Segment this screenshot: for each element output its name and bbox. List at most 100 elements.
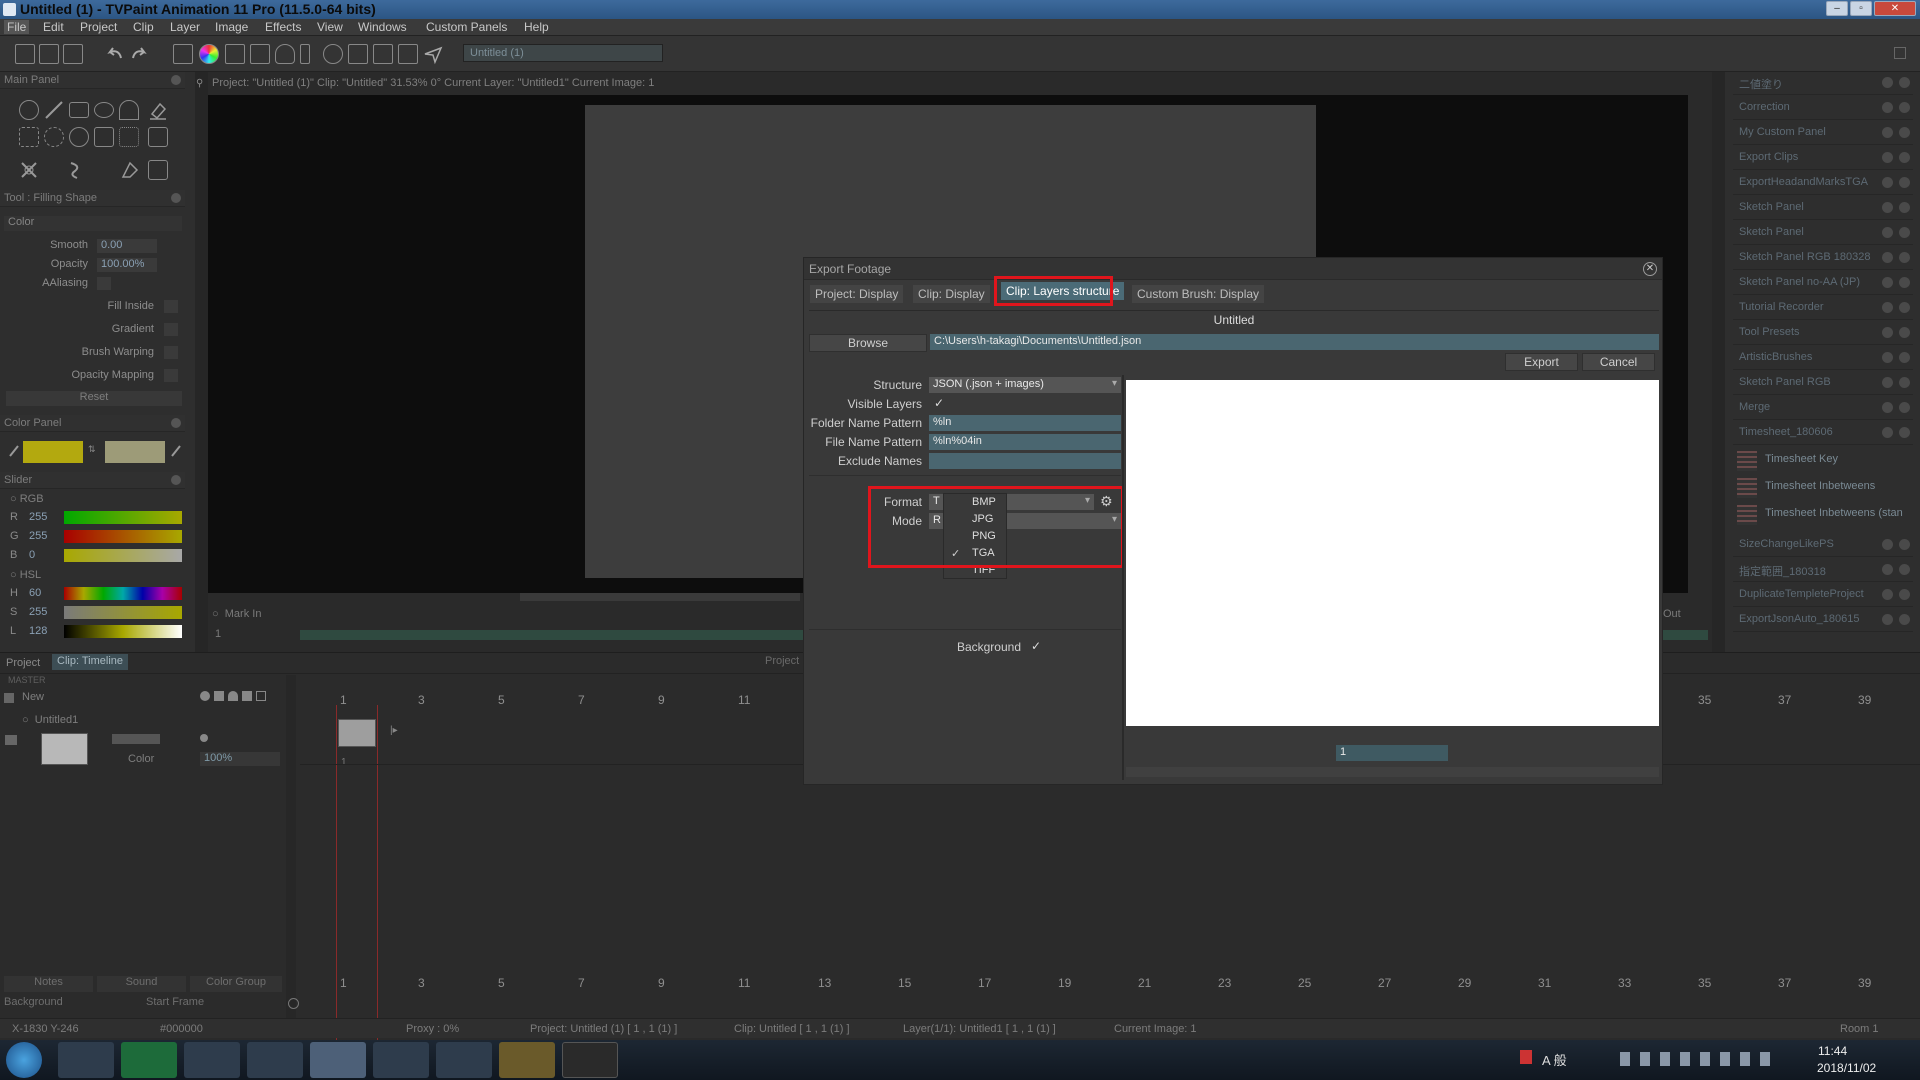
gradient-checkbox[interactable] <box>164 323 178 336</box>
panel-settings-icon[interactable] <box>1882 102 1893 113</box>
warp-tool-icon[interactable] <box>19 160 39 180</box>
visibility-icon[interactable] <box>200 691 210 701</box>
chrome-taskbar-icon[interactable] <box>184 1042 240 1078</box>
media-player-taskbar-icon[interactable] <box>58 1042 114 1078</box>
magnifier-icon[interactable] <box>323 44 343 64</box>
layers-stack-icon[interactable] <box>250 44 270 64</box>
zoom-tool-icon[interactable] <box>69 127 89 147</box>
panel-settings-icon[interactable] <box>1882 77 1893 88</box>
save-icon[interactable] <box>63 44 83 64</box>
ellipse-tool-icon[interactable] <box>94 102 114 118</box>
s-slider[interactable] <box>64 606 182 619</box>
timesheet-inbetweens-stan-button[interactable]: Timesheet Inbetweens (stan <box>1737 503 1903 527</box>
undo-icon[interactable] <box>105 44 125 64</box>
menu-view[interactable]: View <box>314 20 346 34</box>
misc-tool-icon[interactable] <box>148 160 168 180</box>
creative-cloud-taskbar-icon[interactable] <box>373 1042 429 1078</box>
panel-settings-icon[interactable] <box>1882 177 1893 188</box>
close-panel-icon[interactable] <box>1899 227 1910 238</box>
light-table-icon[interactable] <box>275 44 295 64</box>
right-scrollbar[interactable] <box>1712 72 1725 652</box>
smooth-field[interactable]: 0.00 <box>97 239 157 253</box>
opacity-field[interactable]: 100.00% <box>97 258 157 272</box>
export-button[interactable]: Export <box>1505 353 1578 371</box>
close-panel-icon[interactable] <box>171 418 181 428</box>
b-value[interactable]: 0 <box>29 549 35 561</box>
close-panel-icon[interactable] <box>1899 402 1910 413</box>
dialog-close-icon[interactable]: ✕ <box>1643 262 1657 276</box>
clip-timeline-tab[interactable]: Clip: Timeline <box>52 654 129 670</box>
explorer-taskbar-icon[interactable] <box>499 1042 555 1078</box>
panel-settings-icon[interactable] <box>1882 227 1893 238</box>
ruler-icon[interactable] <box>300 44 310 64</box>
layer-panel-icon[interactable] <box>173 44 193 64</box>
close-panel-icon[interactable] <box>1899 277 1910 288</box>
panel-settings-icon[interactable] <box>1882 152 1893 163</box>
timesheet-key-button[interactable]: Timesheet Key <box>1737 449 1838 473</box>
fill-inside-checkbox[interactable] <box>164 300 178 313</box>
close-panel-icon[interactable] <box>1899 202 1910 213</box>
reset-button[interactable]: Reset <box>6 391 182 406</box>
close-panel-icon[interactable] <box>171 193 181 203</box>
frame-cell-thumbnail[interactable] <box>338 719 376 747</box>
app-taskbar-icon[interactable] <box>247 1042 303 1078</box>
panel-settings-icon[interactable] <box>1882 202 1893 213</box>
close-panel-icon[interactable] <box>1899 252 1910 263</box>
panel-settings-icon[interactable] <box>1882 427 1893 438</box>
panel-settings-icon[interactable] <box>1882 402 1893 413</box>
ime-indicator[interactable]: A 般 <box>1542 1050 1567 1069</box>
tvpaint-taskbar-icon[interactable] <box>310 1042 366 1078</box>
send-icon[interactable] <box>423 44 443 65</box>
cancel-button[interactable]: Cancel <box>1582 353 1655 371</box>
close-panel-icon[interactable] <box>1899 614 1910 625</box>
start-frame-dropdown[interactable]: Start Frame <box>146 996 276 1010</box>
close-panel-icon[interactable] <box>1899 77 1910 88</box>
folder-pattern-field[interactable]: %ln <box>929 415 1121 431</box>
panel-settings-icon[interactable] <box>1882 302 1893 313</box>
close-panel-icon[interactable] <box>1899 564 1910 575</box>
redo-icon[interactable] <box>129 44 149 64</box>
exclude-names-field[interactable] <box>929 453 1121 469</box>
layer-thumbnail[interactable] <box>41 733 88 765</box>
close-panel-icon[interactable] <box>1899 152 1910 163</box>
new-project-icon[interactable] <box>15 44 35 64</box>
h-value[interactable]: 60 <box>29 587 41 599</box>
s-value[interactable]: 255 <box>29 606 47 618</box>
foreground-color-swatch[interactable] <box>23 441 83 463</box>
timesheet-inbetweens-button[interactable]: Timesheet Inbetweens <box>1737 476 1875 500</box>
tab-clip-display[interactable]: Clip: Display <box>913 285 990 303</box>
tab-project-display[interactable]: Project: Display <box>810 285 904 303</box>
ellipse-selection-icon[interactable] <box>44 127 64 147</box>
tray-icons[interactable] <box>1620 1052 1780 1066</box>
light-table-icon[interactable] <box>228 691 238 701</box>
panel-settings-icon[interactable] <box>1882 327 1893 338</box>
browse-button[interactable]: Browse <box>809 334 927 352</box>
selection-tool-icon[interactable] <box>19 127 39 147</box>
l-value[interactable]: 128 <box>29 625 47 637</box>
background-checkbox[interactable]: ✓ <box>1031 639 1041 653</box>
effects-icon[interactable] <box>348 44 368 64</box>
menu-windows[interactable]: Windows <box>355 20 410 34</box>
l-slider[interactable] <box>64 625 182 638</box>
close-panel-icon[interactable] <box>1899 127 1910 138</box>
layer-dot-icon[interactable] <box>200 734 208 742</box>
brush-warping-checkbox[interactable] <box>164 346 178 359</box>
close-panel-icon[interactable] <box>1899 589 1910 600</box>
background-dropdown[interactable]: Background <box>4 996 132 1010</box>
menu-edit[interactable]: Edit <box>40 20 67 34</box>
minimize-button[interactable]: – <box>1826 1 1848 16</box>
rectangle-tool-icon[interactable] <box>69 102 89 118</box>
opacity-mapping-checkbox[interactable] <box>164 369 178 382</box>
menu-project[interactable]: Project <box>77 20 120 34</box>
menu-image[interactable]: Image <box>212 20 251 34</box>
notes-button[interactable]: Notes <box>4 976 93 992</box>
close-panel-icon[interactable] <box>1899 427 1910 438</box>
alpha-icon[interactable] <box>242 691 252 701</box>
pin-icon[interactable]: ⚲ <box>196 78 206 90</box>
eraser-tool-icon[interactable] <box>148 100 168 120</box>
color-group-button[interactable]: Color Group <box>190 976 282 992</box>
panel-settings-icon[interactable] <box>1882 252 1893 263</box>
open-icon[interactable] <box>39 44 59 64</box>
preview-frame-field[interactable]: 1 <box>1336 745 1448 761</box>
h-slider[interactable] <box>64 587 182 600</box>
